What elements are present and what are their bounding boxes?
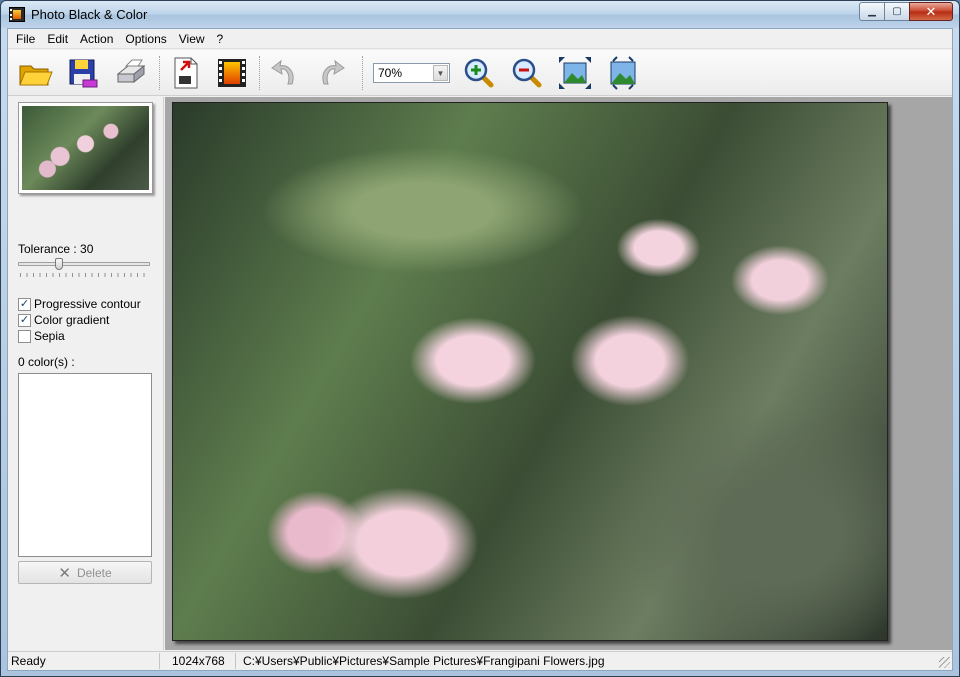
zoom-in-icon (464, 58, 494, 88)
tolerance-slider-ticks (20, 273, 150, 277)
undo-icon (271, 59, 294, 85)
checkbox-sepia[interactable] (18, 329, 31, 343)
zoom-out-button[interactable] (508, 54, 546, 92)
tolerance-slider-track[interactable] (18, 262, 150, 266)
zoom-in-button[interactable] (460, 54, 498, 92)
actual-size-icon (610, 56, 636, 90)
photo-canvas[interactable] (172, 102, 888, 641)
side-panel: Tolerance : 30 ✓ Progressive contour ✓ C… (8, 97, 164, 650)
colors-count-label: 0 color(s) : (18, 355, 75, 369)
toolbar-separator (362, 56, 364, 90)
checkbox-progressive-contour[interactable]: ✓ (18, 297, 31, 311)
toolbar-separator (259, 56, 261, 90)
resize-grip-icon[interactable] (939, 657, 950, 668)
menu-action[interactable]: Action (74, 29, 119, 49)
option-label: Color gradient (34, 313, 110, 327)
menu-options[interactable]: Options (119, 29, 172, 49)
status-divider (159, 653, 160, 669)
thumbnail-preview[interactable] (18, 102, 153, 194)
maximize-button[interactable]: ▢ (884, 2, 910, 21)
minimize-button[interactable]: ▁ (859, 2, 885, 21)
app-window: Photo Black & Color ▁ ▢ ✕ File Edit Acti… (0, 0, 960, 677)
save-icon (69, 59, 98, 88)
chevron-down-icon[interactable]: ▼ (433, 65, 448, 81)
delete-button[interactable]: ✕ Delete (18, 561, 152, 584)
maximize-icon: ▢ (892, 6, 902, 17)
tolerance-label: Tolerance : 30 (18, 242, 94, 256)
menu-help[interactable]: ? (211, 29, 230, 49)
thumbnail-image (22, 106, 149, 190)
film-strip-icon (9, 7, 25, 22)
status-dimensions: 1024x768 (172, 654, 225, 668)
status-state: Ready (11, 654, 46, 668)
fit-to-window-icon (559, 57, 591, 89)
option-label: Sepia (34, 329, 65, 343)
print-button[interactable] (112, 54, 150, 92)
export-button[interactable] (167, 54, 205, 92)
status-bar: Ready 1024x768 C:¥Users¥Public¥Pictures¥… (8, 651, 952, 670)
zoom-value: 70% (378, 66, 403, 80)
zoom-out-icon (512, 58, 542, 88)
delete-icon: ✕ (58, 564, 71, 582)
close-icon: ✕ (925, 3, 937, 19)
option-label: Progressive contour (34, 297, 141, 311)
toolbar-separator (159, 56, 161, 90)
menu-file[interactable]: File (10, 29, 41, 49)
checkbox-color-gradient[interactable]: ✓ (18, 313, 31, 327)
print-icon (116, 59, 146, 84)
redo-icon (322, 59, 345, 85)
actual-size-button[interactable] (604, 54, 642, 92)
undo-button[interactable] (266, 54, 304, 92)
option-sepia[interactable]: Sepia (18, 329, 65, 343)
redo-button[interactable] (312, 54, 350, 92)
title-bar[interactable]: Photo Black & Color ▁ ▢ ✕ (1, 1, 959, 28)
client-area: File Edit Action Options View ? 70% ▼ To… (7, 28, 953, 671)
toolbar: 70% ▼ (8, 50, 952, 96)
tolerance-slider-thumb[interactable] (55, 258, 64, 270)
window-title: Photo Black & Color (31, 7, 148, 22)
color-list[interactable] (18, 373, 152, 557)
menu-edit[interactable]: Edit (41, 29, 74, 49)
export-icon (174, 57, 198, 89)
close-button[interactable]: ✕ (909, 2, 953, 21)
open-folder-icon (19, 65, 53, 86)
image-viewport[interactable] (165, 97, 952, 650)
zoom-select[interactable]: 70% ▼ (373, 63, 450, 83)
save-button[interactable] (64, 54, 102, 92)
fit-to-window-button[interactable] (556, 54, 594, 92)
status-file-path: C:¥Users¥Public¥Pictures¥Sample Pictures… (243, 654, 605, 668)
filmstrip-icon (218, 59, 246, 87)
option-progressive-contour[interactable]: ✓ Progressive contour (18, 297, 141, 311)
minimize-icon: ▁ (868, 6, 876, 17)
filmstrip-button[interactable] (213, 54, 251, 92)
menu-bar: File Edit Action Options View ? (8, 29, 952, 49)
status-divider (235, 653, 236, 669)
option-color-gradient[interactable]: ✓ Color gradient (18, 313, 109, 327)
menu-view[interactable]: View (173, 29, 211, 49)
delete-label: Delete (76, 565, 112, 580)
open-button[interactable] (17, 54, 55, 92)
